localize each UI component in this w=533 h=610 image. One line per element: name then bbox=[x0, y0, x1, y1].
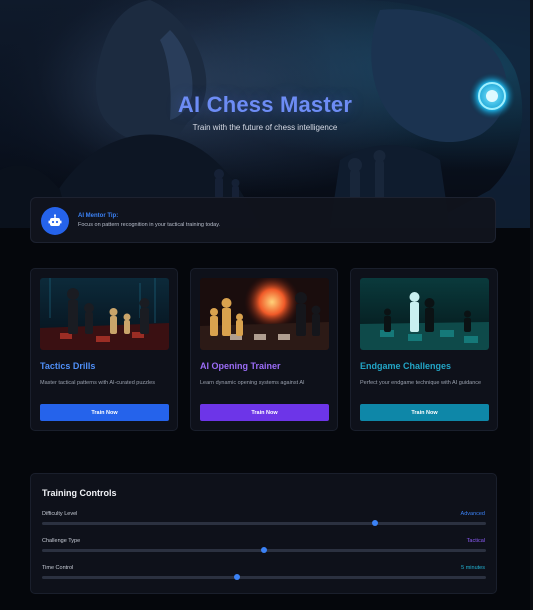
hero-banner: AI Chess Master Train with the future of… bbox=[0, 0, 530, 228]
time-control-thumb[interactable] bbox=[234, 574, 241, 580]
difficulty-level-value: Advanced bbox=[460, 511, 485, 517]
card-endgame-challenges: Endgame Challenges Perfect your endgame … bbox=[350, 268, 498, 431]
train-now-button[interactable]: Train Now bbox=[40, 404, 169, 421]
ai-opening-trainer-image bbox=[200, 278, 329, 350]
robot-icon bbox=[41, 207, 69, 235]
time-control-value: 5 minutes bbox=[461, 565, 485, 571]
card-description: Learn dynamic opening systems against AI bbox=[200, 380, 305, 386]
challenge-type-thumb[interactable] bbox=[261, 547, 267, 553]
tactics-drills-image bbox=[40, 278, 169, 350]
difficulty-level-label: Difficulty Level bbox=[42, 511, 78, 517]
difficulty-level-slider[interactable] bbox=[42, 520, 486, 526]
card-title: Endgame Challenges bbox=[360, 361, 452, 371]
challenge-type-slider[interactable] bbox=[42, 547, 486, 553]
train-now-button[interactable]: Train Now bbox=[360, 404, 489, 421]
tip-title: AI Mentor Tip: bbox=[78, 213, 119, 219]
time-control-label: Time Control bbox=[42, 565, 74, 571]
card-title: AI Opening Trainer bbox=[200, 361, 281, 371]
card-title: Tactics Drills bbox=[40, 361, 96, 371]
train-now-button[interactable]: Train Now bbox=[200, 404, 329, 421]
difficulty-level-thumb[interactable] bbox=[372, 520, 378, 526]
challenge-type-value: Tactical bbox=[466, 538, 485, 544]
card-description: Master tactical patterns with AI-curated… bbox=[40, 380, 155, 386]
endgame-challenges-image bbox=[360, 278, 489, 350]
card-ai-opening-trainer: AI Opening Trainer Learn dynamic opening… bbox=[190, 268, 338, 431]
card-tactics-drills: Tactics Drills Master tactical patterns … bbox=[30, 268, 178, 431]
time-control-slider[interactable] bbox=[42, 574, 486, 580]
training-controls-title: Training Controls bbox=[42, 488, 117, 498]
training-controls-panel: Training Controls Difficulty Level Advan… bbox=[30, 473, 497, 594]
page-title: AI Chess Master bbox=[177, 92, 353, 117]
ai-mentor-tip: AI Mentor Tip: Focus on pattern recognit… bbox=[30, 197, 496, 243]
challenge-type-label: Challenge Type bbox=[42, 538, 81, 544]
page-subtitle: Train with the future of chess intellige… bbox=[192, 123, 338, 132]
card-description: Perfect your endgame technique with AI g… bbox=[360, 380, 482, 386]
tip-text: Focus on pattern recognition in your tac… bbox=[78, 222, 221, 228]
